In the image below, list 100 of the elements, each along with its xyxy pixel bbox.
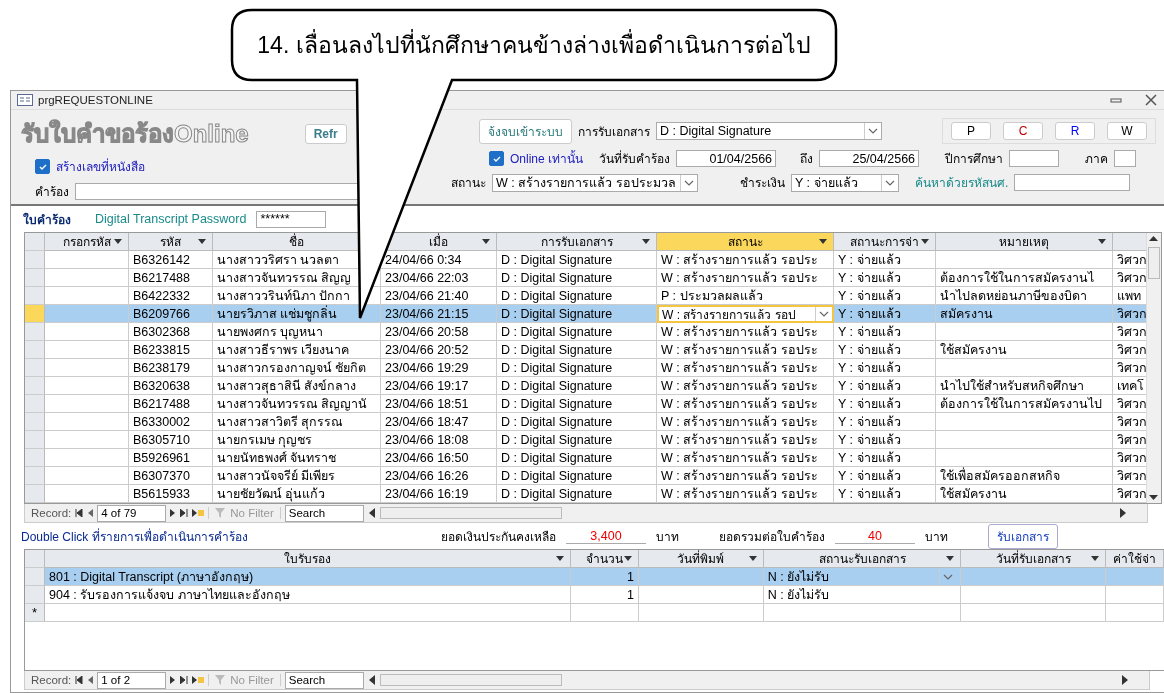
academic-year-field[interactable]: [1009, 150, 1060, 167]
password-field[interactable]: ******: [256, 210, 327, 228]
sort-arrow-icon[interactable]: [1098, 239, 1106, 244]
payment-dropdown[interactable]: Y : จ่ายแล้ว: [791, 173, 899, 192]
sort-arrow-icon[interactable]: [819, 239, 827, 244]
column-header[interactable]: การรับเอกสาร: [497, 233, 657, 251]
table-row[interactable]: B5615933 นายชัยวัฒน์ อุ่นแก้ว 23/04/66 16:19 D : Digital Signature W : สร้างรายการแล้ว รอประ Y : จ่ายแล้ว ใช้สมัครงาน วิศวก: [25, 485, 1147, 503]
table-cell: B6217488: [129, 269, 213, 287]
table-cell: B6302368: [129, 323, 213, 341]
scroll-left-icon[interactable]: [367, 508, 376, 518]
field-label: การรับเอกสาร: [578, 123, 650, 141]
table-row[interactable]: B6305710 นายกรเมษ กุญชร 23/04/66 18:08 D : Digital Signature W : สร้างรายการแล้ว รอประ Y : จ่ายแล้ว วิศวก: [25, 431, 1147, 449]
document-receipt-dropdown[interactable]: D : Digital Signature: [656, 122, 882, 140]
table-cell: W : สร้างรายการแล้ว รอประ: [657, 341, 834, 359]
sort-arrow-icon[interactable]: [921, 239, 929, 244]
column-header[interactable]: วันที่รับเอกสาร: [961, 550, 1107, 568]
letter-button[interactable]: P: [951, 122, 991, 140]
unit-label: บาท: [656, 528, 679, 546]
table-row[interactable]: B6209766 นายรวิภาส แช่มชูกลิ่น 23/04/66 21:15 D : Digital Signature W : สร้างรายการแล้ว รอป Y : จ่ายแล้ว สมัครงาน วิศวก: [25, 305, 1147, 323]
new-record-icon[interactable]: [192, 509, 205, 517]
instruction-text: Double Click ที่รายการเพื่อดำเนินการคำร้อง: [21, 527, 249, 546]
current-record-field[interactable]: 1 of 2: [97, 671, 167, 689]
new-record-icon[interactable]: [192, 676, 205, 684]
student-id-search-field[interactable]: [1014, 174, 1131, 191]
sort-arrow-icon[interactable]: [1091, 556, 1100, 561]
table-row[interactable]: B6330002 นางสาวสาวิตรี สุกรรณ 23/04/66 18:47 D : Digital Signature W : สร้างรายการแล้ว รอประ Y : จ่ายแล้ว วิศวก: [25, 413, 1147, 431]
next-record-icon[interactable]: [170, 676, 177, 684]
letter-button[interactable]: W: [1107, 122, 1147, 140]
letter-button[interactable]: R: [1055, 122, 1095, 140]
table-cell: นางสาวกรองกาญจน์ ชัยกิต: [213, 359, 381, 377]
column-header[interactable]: ค่าใช้จ่า: [1106, 550, 1164, 568]
table-cell: W : สร้างรายการแล้ว รอประ: [657, 269, 834, 287]
table-row[interactable]: B5926961 นายนัทธพงศ์ จันทราช 23/04/66 16:50 D : Digital Signature W : สร้างรายการแล้ว รอประ Y : จ่ายแล้ว วิศวก: [25, 449, 1147, 467]
table-row[interactable]: B6238179 นางสาวกรองกาญจน์ ชัยกิต 23/04/66 19:29 D : Digital Signature W : สร้างรายการแล้ว รอประ Y : จ่ายแล้ว วิศวก: [25, 359, 1147, 377]
table-row[interactable]: B6307370 นางสาวนัจจรีย์ มีเพียร 23/04/66 16:26 D : Digital Signature W : สร้างรายการแล้ว รอประ Y : จ่ายแล้ว ใช้เพื่อสมัครออกสหกิจ วิศวก: [25, 467, 1147, 485]
column-header[interactable]: รหัส: [129, 233, 213, 251]
column-header[interactable]: หมายเหตุ: [936, 233, 1113, 251]
sort-arrow-icon[interactable]: [556, 556, 565, 561]
previous-record-icon[interactable]: [87, 676, 94, 684]
receive-documents-button[interactable]: รับเอกสาร: [988, 523, 1058, 549]
table-row[interactable]: B6320638 นางสาวสุธาสินี สังข์กลาง 23/04/66 19:17 D : Digital Signature W : สร้างรายการแล้ว รอประ Y : จ่ายแล้ว นำไปใช้สำหรับสหกิจศึกษา เทคโ: [25, 377, 1147, 395]
scrollbar-thumb[interactable]: [1148, 247, 1160, 279]
column-header[interactable]: วันที่พิมพ์: [638, 550, 764, 568]
checkbox[interactable]: [489, 151, 504, 166]
sort-arrow-icon[interactable]: [623, 556, 632, 561]
close-icon[interactable]: [1144, 94, 1158, 106]
last-record-icon[interactable]: [180, 676, 189, 684]
letter-button[interactable]: C: [1003, 122, 1043, 140]
table-row[interactable]: B6302368 นายพงศกร บุญหนา 23/04/66 20:58 D : Digital Signature W : สร้างรายการแล้ว รอประ Y : จ่ายแล้ว วิศวก: [25, 323, 1147, 341]
column-header[interactable]: สถานะการจ่า: [834, 233, 936, 251]
search-field[interactable]: Search: [284, 504, 364, 522]
field-label: Digital Transcript Password: [95, 212, 247, 226]
refresh-button[interactable]: Refr: [304, 123, 347, 144]
search-field[interactable]: Search: [284, 671, 364, 689]
sort-arrow-icon[interactable]: [642, 239, 650, 244]
next-record-icon[interactable]: [170, 509, 177, 517]
first-record-icon[interactable]: [75, 676, 84, 684]
receipt-status-dropdown[interactable]: N : ยังไม่รับ: [763, 568, 962, 586]
previous-record-icon[interactable]: [87, 509, 94, 517]
table-cell: B6233815: [129, 341, 213, 359]
graduation-button[interactable]: จ้งจบเข้าระบบ: [479, 118, 572, 144]
column-header[interactable]: สถานะรับเอกสาร: [763, 550, 962, 568]
sort-arrow-icon[interactable]: [114, 239, 122, 244]
field-label: ถึง: [800, 151, 814, 168]
scroll-right-icon[interactable]: [1119, 508, 1127, 518]
table-cell: ต้องการใช้ในการสมัครงานไป: [936, 395, 1113, 413]
sort-arrow-icon[interactable]: [946, 556, 955, 561]
current-record-field[interactable]: 4 of 79: [97, 504, 167, 522]
table-row[interactable]: B6233815 นางสาวธีราพร เวียงนาค 23/04/66 20:52 D : Digital Signature W : สร้างรายการแล้ว รอประ Y : จ่ายแล้ว ใช้สมัครงาน วิศวก: [25, 341, 1147, 359]
scroll-left-icon[interactable]: [367, 675, 376, 685]
table-cell: B5926961: [129, 449, 213, 467]
sort-arrow-icon[interactable]: [198, 239, 206, 244]
term-field[interactable]: [1114, 150, 1137, 167]
first-record-icon[interactable]: [75, 509, 84, 517]
callout-text: 14. เลื่อนลงไปที่นักศึกษาคนข้างล่างเพื่อดำเนินการต่อไป: [232, 10, 836, 80]
field-label: สถานะ: [451, 175, 486, 192]
table-cell: W : สร้างรายการแล้ว รอประ: [657, 323, 834, 341]
date-field[interactable]: 25/04/2566: [819, 150, 920, 167]
checkbox[interactable]: [35, 159, 50, 174]
column-header[interactable]: ใบรับรอง: [45, 550, 572, 568]
column-header[interactable]: สถานะ: [657, 233, 834, 251]
status-dropdown[interactable]: W : สร้างรายการแล้ว รอประมวล: [492, 173, 698, 192]
field-label: ค้นหาด้วยรหัสนศ.: [915, 175, 1009, 192]
scrollbar-thumb[interactable]: [379, 507, 562, 519]
record-label: Record:: [30, 674, 72, 686]
scrollbar-thumb[interactable]: [379, 674, 562, 686]
column-header[interactable]: จำนวน: [571, 550, 639, 568]
vertical-scrollbar[interactable]: [1146, 233, 1161, 503]
table-cell: B6217488: [129, 395, 213, 413]
date-field[interactable]: 01/04/2566: [676, 150, 777, 167]
table-row[interactable]: B6217488 นางสาวจันทวรรณ สิญญานั 23/04/66 18:51 D : Digital Signature W : สร้างรายการแล้ว รอประ Y : จ่ายแล้ว ต้องการใช้ในการสมัครงานไป วิศวก: [25, 395, 1147, 413]
column-header[interactable]: กรอกรหัส: [45, 233, 129, 251]
last-record-icon[interactable]: [180, 509, 189, 517]
sort-arrow-icon[interactable]: [748, 556, 757, 561]
table-cell: B6330002: [129, 413, 213, 431]
sort-arrow-icon[interactable]: [482, 239, 490, 244]
status-dropdown[interactable]: W : สร้างรายการแล้ว รอป: [657, 305, 834, 323]
scroll-right-icon[interactable]: [1121, 675, 1129, 685]
table-row[interactable]: 801 : Digital Transcript (ภาษาอังกฤษ) 1 N : ยังไม่รับ: [25, 568, 1164, 586]
table-row[interactable]: 904 : รับรองการแจ้งจบ ภาษาไทยและอังกฤษ 1 N : ยังไม่รับ: [25, 586, 1164, 604]
